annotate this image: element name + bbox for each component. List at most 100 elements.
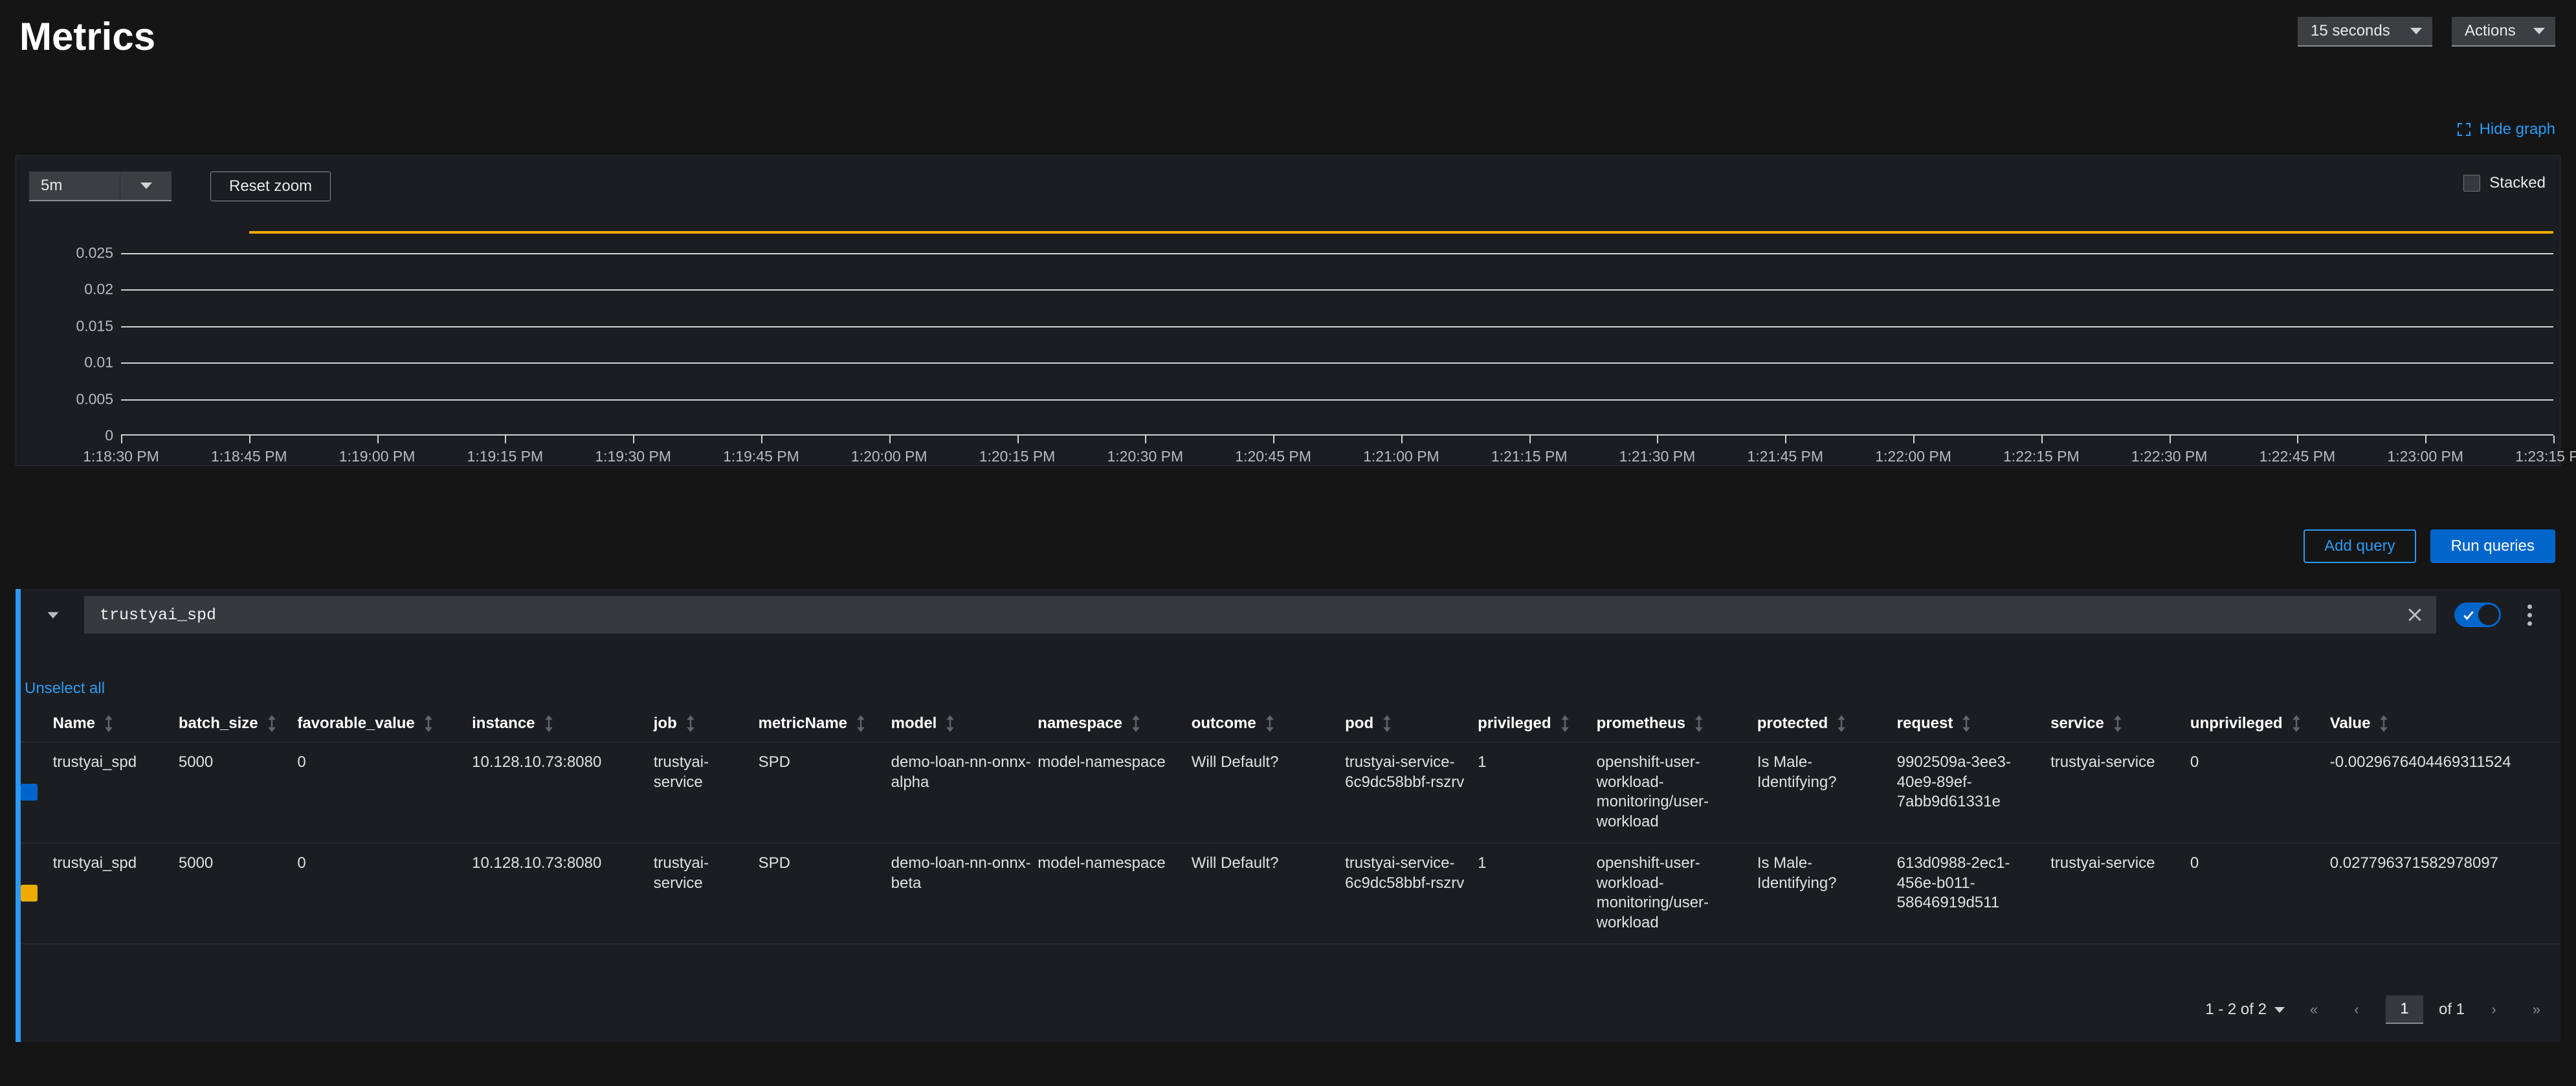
kebab-dot <box>2527 604 2532 609</box>
stacked-checkbox[interactable] <box>2463 175 2481 192</box>
column-header-privileged[interactable]: privileged <box>1478 705 1596 742</box>
series-color-cell[interactable] <box>21 843 53 944</box>
run-queries-button[interactable]: Run queries <box>2430 529 2555 563</box>
refresh-interval-dropdown[interactable]: 15 seconds <box>2298 17 2432 47</box>
chart-x-tick <box>1145 436 1147 443</box>
query-kebab-menu[interactable] <box>2511 596 2548 634</box>
page-number-input[interactable] <box>2385 995 2423 1024</box>
next-page-button[interactable]: › <box>2480 996 2507 1023</box>
column-header-label: job <box>653 715 677 732</box>
column-header-label: pod <box>1345 715 1374 732</box>
metrics-chart[interactable]: 0 0.005 0.01 0.015 0.02 0.025 1:18:30 PM 1:18:… <box>16 216 2576 467</box>
series-color-swatch[interactable] <box>21 884 38 902</box>
pagination-range-dropdown[interactable]: 1 - 2 of 2 <box>2205 1001 2285 1019</box>
cell-protected: Is Male-Identifying? <box>1757 753 1837 791</box>
sort-arrows-icon[interactable] <box>1264 715 1276 732</box>
time-span-toggle[interactable] <box>120 172 172 200</box>
cell-request: 613d0988-2ec1-456e-b011-58646919d511 <box>1896 854 2010 912</box>
chart-x-tick <box>249 436 250 443</box>
column-header-metricname[interactable]: metricName <box>759 705 891 742</box>
query-results-table: Name batch_size favorable_value instance job… <box>21 705 2560 944</box>
sort-arrows-icon[interactable] <box>1559 715 1571 732</box>
column-header-value[interactable]: Value <box>2330 705 2560 742</box>
column-header-label: Name <box>52 715 96 732</box>
sort-arrows-icon[interactable] <box>2112 715 2124 732</box>
query-expression-text: trustyai_spd <box>100 605 217 625</box>
query-actions: Add query Run queries <box>2304 529 2555 563</box>
cell-model: demo-loan-nn-onnx-beta <box>891 854 1031 892</box>
chart-y-axis: 0 0.005 0.01 0.015 0.02 0.025 <box>16 216 113 467</box>
chart-x-tick <box>2297 436 2299 443</box>
check-icon <box>2463 611 2474 621</box>
sort-arrows-icon[interactable] <box>855 715 867 732</box>
sort-arrows-icon[interactable] <box>1836 715 1847 732</box>
first-page-button[interactable]: « <box>2300 996 2327 1023</box>
column-header-service[interactable]: service <box>2050 705 2190 742</box>
chart-x-tick <box>1529 436 1531 443</box>
cell-outcome: Will Default? <box>1191 854 1279 872</box>
chart-x-tick-label: 1:20:15 PM <box>979 448 1056 465</box>
hide-graph-link[interactable]: Hide graph <box>2456 120 2555 139</box>
sort-arrows-icon[interactable] <box>1381 715 1393 732</box>
column-header-label: privileged <box>1478 715 1551 732</box>
column-header-namespace[interactable]: namespace <box>1038 705 1191 742</box>
column-header-job[interactable]: job <box>654 705 759 742</box>
sort-arrows-icon[interactable] <box>944 715 956 732</box>
table-row[interactable]: trustyai_spd 5000 0 10.128.10.73:8080 trusty… <box>21 843 2560 944</box>
time-span-dropdown[interactable]: 5m <box>29 172 172 201</box>
column-header-protected[interactable]: protected <box>1757 705 1897 742</box>
clear-query-button[interactable] <box>2393 596 2436 634</box>
column-header-request[interactable]: request <box>1897 705 2050 742</box>
query-expand-toggle[interactable] <box>34 595 72 634</box>
sort-arrows-icon[interactable] <box>685 715 696 732</box>
query-input[interactable]: trustyai_spd <box>84 596 2436 634</box>
sort-arrows-icon[interactable] <box>2378 715 2390 732</box>
chart-x-tick <box>1657 436 1659 443</box>
page-header: Metrics 15 seconds Actions <box>0 0 2576 78</box>
cell-namespace: model-namespace <box>1038 854 1166 872</box>
chart-x-tick <box>633 436 635 443</box>
column-header-favorable_value[interactable]: favorable_value <box>297 705 472 742</box>
column-header-batch_size[interactable]: batch_size <box>179 705 297 742</box>
column-header-instance[interactable]: instance <box>472 705 654 742</box>
column-header-label: service <box>2050 715 2104 732</box>
chart-x-tick-label: 1:20:30 PM <box>1107 448 1184 465</box>
previous-page-button[interactable]: ‹ <box>2343 996 2370 1023</box>
run-queries-label: Run queries <box>2450 537 2535 555</box>
stacked-checkbox-group[interactable]: Stacked <box>2463 174 2546 192</box>
add-query-button[interactable]: Add query <box>2304 529 2416 563</box>
last-page-button[interactable]: » <box>2523 996 2550 1023</box>
query-row: trustyai_spd <box>21 589 2560 641</box>
series-color-swatch[interactable] <box>21 784 38 801</box>
cell-batch_size: 5000 <box>178 753 214 771</box>
chart-x-tick <box>1401 436 1403 443</box>
cell-job: trustyai-service <box>653 854 709 892</box>
column-header-model[interactable]: model <box>891 705 1038 742</box>
sort-arrows-icon[interactable] <box>423 715 434 732</box>
sort-arrows-icon[interactable] <box>103 715 115 732</box>
cell-prometheus: openshift-user-workload-monitoring/user-… <box>1596 854 1709 932</box>
column-header-name[interactable]: Name <box>53 705 179 742</box>
chart-plot-area[interactable]: 1:18:30 PM 1:18:45 PM 1:19:00 PM 1:19:15 PM… <box>83 216 2576 467</box>
sort-arrows-icon[interactable] <box>266 715 278 732</box>
column-header-label: prometheus <box>1596 715 1685 732</box>
sort-arrows-icon[interactable] <box>1130 715 1142 732</box>
sort-arrows-icon[interactable] <box>2291 715 2302 732</box>
actions-dropdown[interactable]: Actions <box>2452 17 2555 47</box>
column-header-prometheus[interactable]: prometheus <box>1597 705 1757 742</box>
table-row[interactable]: trustyai_spd 5000 0 10.128.10.73:8080 trusty… <box>21 742 2560 843</box>
series-color-cell[interactable] <box>21 742 53 843</box>
chart-x-tick <box>761 436 762 443</box>
pagination-range-label: 1 - 2 of 2 <box>2205 1001 2267 1018</box>
unselect-all-link[interactable]: Unselect all <box>25 680 105 698</box>
query-enabled-toggle[interactable] <box>2454 603 2501 627</box>
sort-arrows-icon[interactable] <box>1693 715 1705 732</box>
column-header-outcome[interactable]: outcome <box>1192 705 1345 742</box>
column-header-unprivileged[interactable]: unprivileged <box>2190 705 2330 742</box>
reset-zoom-button[interactable]: Reset zoom <box>210 172 331 201</box>
sort-arrows-icon[interactable] <box>543 715 555 732</box>
sort-arrows-icon[interactable] <box>1960 715 1972 732</box>
graph-toolbar: 5m Reset zoom Stacked <box>16 156 2560 216</box>
cell-protected: Is Male-Identifying? <box>1757 854 1837 892</box>
column-header-pod[interactable]: pod <box>1345 705 1478 742</box>
